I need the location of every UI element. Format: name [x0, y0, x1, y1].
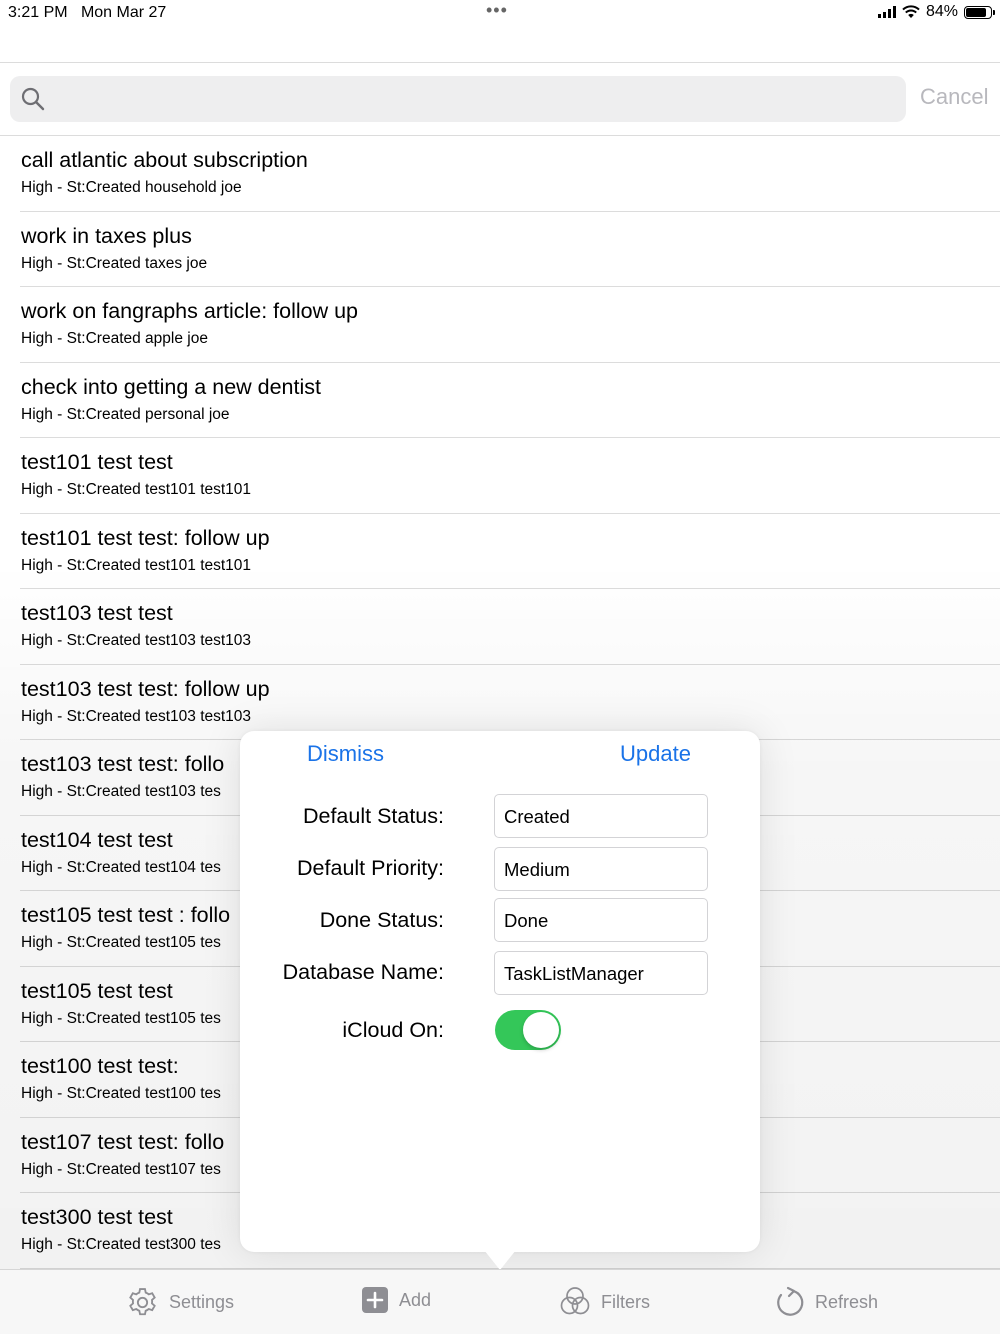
- default-status-label: Default Status:: [302, 804, 444, 828]
- task-title: work in taxes plus: [21, 223, 192, 248]
- task-title: test105 test test: [21, 978, 173, 1003]
- divider: [0, 62, 1000, 63]
- icloud-label: iCloud On:: [342, 1018, 444, 1042]
- task-subtitle: High - St:Created test105 tes: [21, 934, 221, 951]
- database-name-field[interactable]: TaskListManager: [494, 951, 708, 995]
- filters-tab-label: Filters: [601, 1291, 650, 1312]
- task-row[interactable]: work in taxes plus High - St:Created taxe…: [20, 212, 1000, 287]
- task-title: test103 test test: [21, 601, 173, 625]
- update-button[interactable]: Update: [620, 741, 691, 767]
- task-subtitle: High - St:Created test105 tes: [21, 1009, 221, 1027]
- popover-arrow: [484, 1250, 516, 1270]
- refresh-tab-button[interactable]: Refresh: [775, 1286, 878, 1318]
- task-subtitle: High - St:Created test107 tes: [21, 1160, 221, 1178]
- task-title: test100 test test:: [21, 1054, 179, 1078]
- app-screen: 3:21 PM Mon Mar 27 ••• 84% Cancel call a…: [0, 0, 1000, 1334]
- icloud-toggle[interactable]: [495, 1010, 561, 1050]
- task-row[interactable]: work on fangraphs article: follow up High…: [20, 287, 1000, 363]
- settings-tab-label: Settings: [169, 1292, 235, 1312]
- task-row[interactable]: check into getting a new dentist High - S…: [20, 363, 1000, 438]
- task-subtitle: High - St:Created taxes joe: [21, 254, 208, 272]
- task-subtitle: High - St:Created apple joe: [21, 330, 208, 347]
- bottom-toolbar: Settings Add Filters Refresh: [0, 1269, 1000, 1334]
- gear-icon: [129, 1288, 156, 1316]
- battery-icon: [964, 5, 995, 19]
- battery-percent: 84%: [925, 3, 958, 20]
- task-subtitle: High - St:Created test300 tes: [21, 1236, 221, 1253]
- search-field[interactable]: [10, 76, 906, 122]
- status-bar: 3:21 PM Mon Mar 27 ••• 84%: [0, 0, 1000, 28]
- search-input[interactable]: [58, 82, 892, 118]
- plus-square-icon: [362, 1287, 388, 1313]
- task-title: call atlantic about subscription: [21, 148, 308, 172]
- status-right: 84%: [877, 3, 995, 21]
- task-subtitle: High - St:Created personal joe: [21, 405, 230, 423]
- task-row[interactable]: call atlantic about subscription High - S…: [20, 136, 1000, 212]
- battery-fill: [966, 7, 987, 17]
- add-tab-button[interactable]: Add: [361, 1286, 431, 1314]
- task-subtitle: High - St:Created test100 tes: [21, 1085, 221, 1102]
- refresh-tab-label: Refresh: [815, 1291, 879, 1312]
- task-subtitle: High - St:Created test104 tes: [21, 858, 221, 876]
- task-title: test104 test test: [21, 827, 173, 852]
- filters-circles-icon: [560, 1287, 590, 1315]
- add-tab-label: Add: [399, 1289, 432, 1310]
- done-status-field[interactable]: Done: [494, 898, 708, 942]
- status-date: Mon Mar 27: [80, 4, 167, 21]
- filters-tab-button[interactable]: Filters: [559, 1286, 650, 1318]
- task-row[interactable]: test101 test test: follow up High - St:Cr…: [20, 514, 1000, 589]
- task-subtitle: High - St:Created test101 test101: [21, 556, 252, 574]
- task-subtitle: High - St:Created test103 tes: [21, 783, 221, 800]
- task-row[interactable]: test103 test test High - St:Created test1…: [20, 589, 1000, 665]
- search-icon: [21, 87, 45, 111]
- toggle-knob: [523, 1012, 559, 1048]
- database-name-label: Database Name:: [282, 960, 444, 984]
- default-status-field[interactable]: Created: [494, 794, 708, 838]
- task-row[interactable]: test103 test test: follow up High - St:Cr…: [20, 665, 1000, 740]
- task-title: test107 test test: follo: [21, 1129, 225, 1154]
- task-title: test101 test test: [21, 450, 173, 474]
- cancel-button[interactable]: Cancel: [920, 84, 988, 110]
- task-subtitle: High - St:Created test103 test103: [21, 632, 252, 649]
- task-subtitle: High - St:Created household joe: [21, 179, 242, 196]
- status-time: 3:21 PM: [8, 4, 68, 21]
- dismiss-button[interactable]: Dismiss: [307, 741, 384, 767]
- task-title: test300 test test: [21, 1205, 173, 1229]
- status-time-date: 3:21 PM Mon Mar 27: [8, 4, 166, 22]
- task-subtitle: High - St:Created test103 test103: [21, 707, 252, 725]
- multitasking-dots-icon[interactable]: •••: [486, 0, 508, 21]
- default-priority-label: Default Priority:: [297, 856, 444, 880]
- refresh-arrow-icon: [777, 1286, 804, 1316]
- wifi-icon: [902, 5, 920, 18]
- settings-popover: Dismiss Update Default Status: Created D…: [240, 731, 760, 1252]
- done-status-label: Done Status:: [319, 908, 444, 932]
- task-subtitle: High - St:Created test101 test101: [21, 481, 252, 498]
- default-priority-field[interactable]: Medium: [494, 847, 708, 891]
- settings-tab-button[interactable]: Settings: [126, 1286, 234, 1319]
- task-title: test103 test test: follo: [21, 752, 225, 776]
- task-title: check into getting a new dentist: [21, 374, 321, 399]
- task-title: test101 test test: follow up: [21, 525, 270, 550]
- task-row[interactable]: test101 test test High - St:Created test1…: [20, 438, 1000, 514]
- task-title: test103 test test: follow up: [21, 676, 270, 701]
- task-title: work on fangraphs article: follow up: [21, 299, 359, 323]
- task-title: test105 test test : follo: [21, 903, 231, 927]
- cellular-signal-icon: [877, 6, 896, 18]
